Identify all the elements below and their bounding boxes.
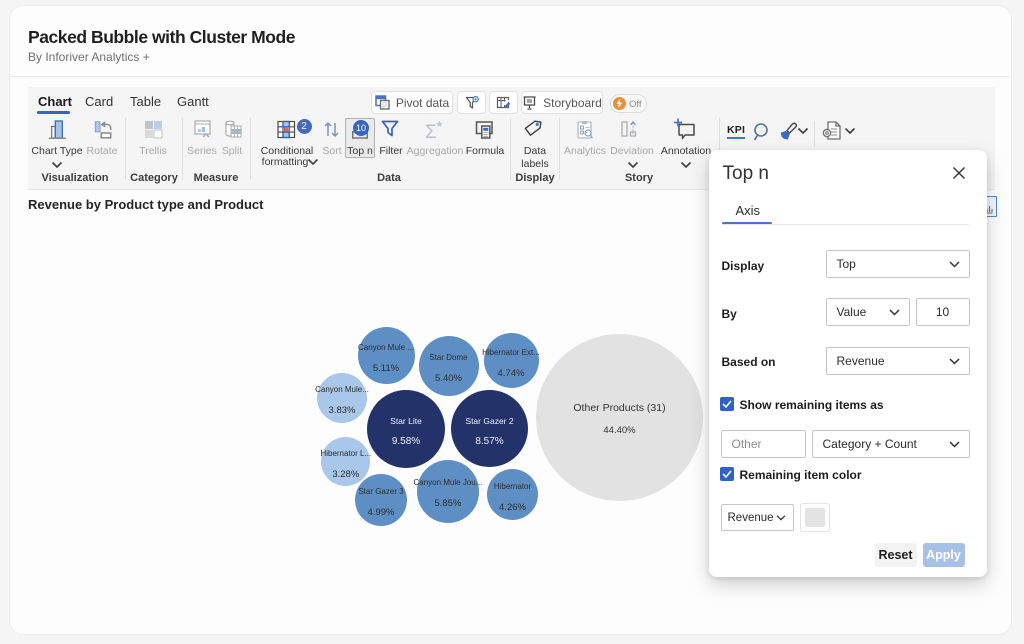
svg-text:Σ: Σ xyxy=(425,122,437,141)
